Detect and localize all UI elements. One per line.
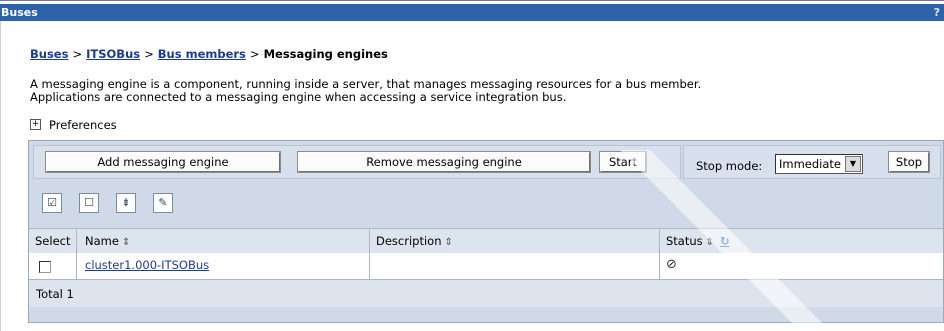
breadcrumb-separator: > [72,47,83,61]
column-divider [369,229,370,253]
show-filter-icon[interactable]: ⇟ [116,193,136,213]
action-button-group: Add messaging engine Remove messaging en… [33,145,681,179]
row-select-checkbox[interactable] [39,261,51,273]
column-header-description[interactable]: Description ⇕ [376,234,453,248]
column-header-status[interactable]: Status ⇕ ↻ [666,234,730,248]
stop-button[interactable]: Stop [888,151,930,173]
breadcrumb: Buses > ITSOBus > Bus members > Messagin… [30,47,388,61]
start-button[interactable]: Start [599,151,647,173]
breadcrumb-current: Messaging engines [263,47,388,61]
stop-mode-value: Immediate [779,157,841,171]
stop-group: Stop mode: Immediate ▼ Stop [683,145,941,179]
sort-icon[interactable]: ⇕ [122,237,130,248]
breadcrumb-link-bus-members[interactable]: Bus members [158,47,246,61]
remove-messaging-engine-button[interactable]: Remove messaging engine [297,151,591,173]
messaging-engine-link[interactable]: cluster1.000-ITSOBus [85,258,209,272]
left-border [0,21,1,331]
refresh-icon[interactable]: ↻ [720,234,730,248]
stop-mode-label: Stop mode: [696,159,763,173]
column-header-select: Select [35,234,71,248]
add-messaging-engine-button[interactable]: Add messaging engine [45,151,281,173]
window-title-bar: Buses ? [0,4,944,21]
table-toolbar: ☑ ☐ ⇟ ✎ [29,185,943,221]
table-header-row: Select Name ⇕ Description ⇕ Status ⇕ ↻ [29,228,943,254]
page-description: A messaging engine is a component, runni… [30,78,701,104]
description-line-2: Applications are connected to a messagin… [30,90,567,104]
preferences-label: Preferences [49,118,117,132]
total-count: Total 1 [36,287,74,301]
sort-icon[interactable]: ⇕ [706,237,714,248]
column-header-name[interactable]: Name ⇕ [85,234,130,248]
window-title: Buses [1,6,38,19]
table-total-row: Total 1 [29,280,943,307]
column-divider [76,229,77,253]
preferences-toggle[interactable]: + Preferences [30,118,117,132]
top-border [0,0,944,1]
column-header-name-label: Name [85,234,119,248]
stopped-status-icon: ⊘ [666,257,677,272]
stop-mode-select[interactable]: Immediate ▼ [775,154,863,174]
column-divider [659,253,660,279]
chevron-down-icon[interactable]: ▼ [845,156,861,172]
breadcrumb-link-buses[interactable]: Buses [30,47,68,61]
button-bar: Add messaging engine Remove messaging en… [29,141,943,183]
clear-filter-icon[interactable]: ✎ [153,193,173,213]
breadcrumb-separator: > [249,47,260,61]
column-divider [76,253,77,279]
expand-icon[interactable]: + [30,119,41,130]
deselect-all-icon[interactable]: ☐ [79,193,99,213]
column-header-description-label: Description [376,234,442,248]
column-header-status-label: Status [666,234,703,248]
column-divider [369,253,370,279]
help-icon[interactable]: ? [934,6,940,19]
table-row: cluster1.000-ITSOBus ⊘ [29,253,943,280]
column-divider [659,229,660,253]
select-all-icon[interactable]: ☑ [42,193,62,213]
sort-icon[interactable]: ⇕ [445,237,453,248]
collection-panel: Add messaging engine Remove messaging en… [28,140,944,323]
breadcrumb-link-itsobus[interactable]: ITSOBus [86,47,140,61]
breadcrumb-separator: > [144,47,154,61]
